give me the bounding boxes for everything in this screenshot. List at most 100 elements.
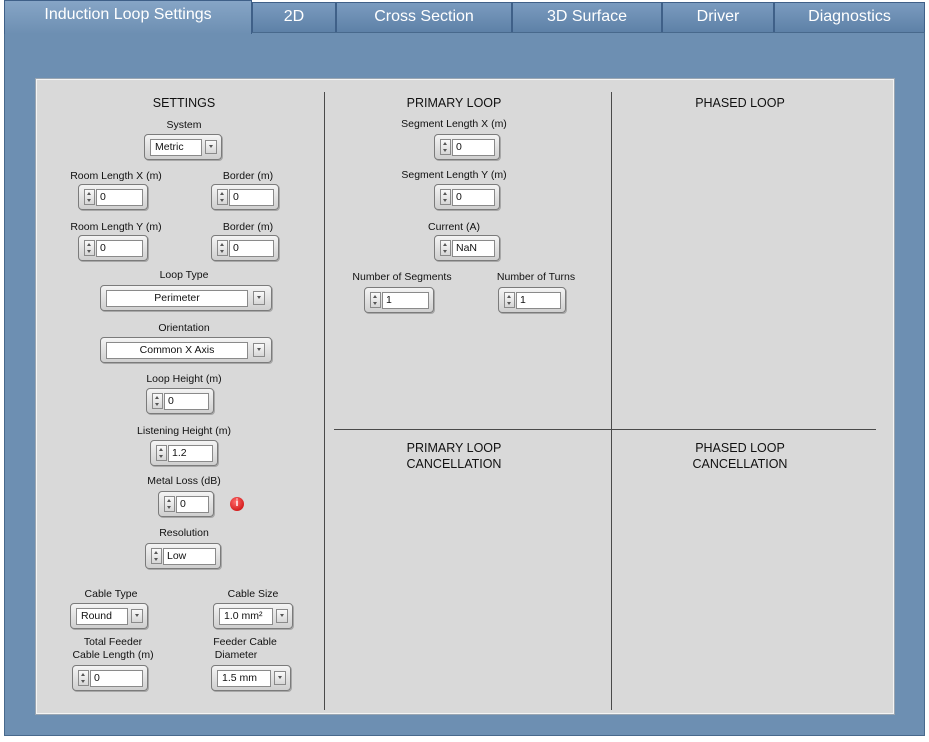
number-of-turns-input[interactable]: 1 bbox=[498, 287, 566, 313]
resolution-field[interactable]: Low bbox=[163, 548, 216, 565]
segment-length-x-input[interactable]: 0 bbox=[434, 134, 500, 160]
border-y-field[interactable]: 0 bbox=[229, 240, 274, 257]
stepper-icon[interactable] bbox=[440, 189, 451, 205]
divider-cancellation bbox=[334, 429, 876, 430]
tab-cross-section[interactable]: Cross Section bbox=[336, 2, 512, 32]
tab-3d-surface[interactable]: 3D Surface bbox=[512, 2, 662, 32]
cable-type-label: Cable Type bbox=[84, 588, 138, 600]
feeder-length-field[interactable]: 0 bbox=[90, 670, 143, 687]
border-x-input[interactable]: 0 bbox=[211, 184, 279, 210]
feeder-diameter-label-line1: Feeder Cable bbox=[213, 636, 277, 648]
stepper-icon[interactable] bbox=[504, 292, 515, 308]
stepper-icon[interactable] bbox=[84, 240, 95, 256]
tab-2d[interactable]: 2D bbox=[252, 2, 336, 32]
number-of-segments-field[interactable]: 1 bbox=[382, 292, 429, 309]
warning-icon[interactable]: i bbox=[230, 497, 244, 511]
border-x-field[interactable]: 0 bbox=[229, 189, 274, 206]
room-length-y-field[interactable]: 0 bbox=[96, 240, 143, 257]
chevron-down-icon[interactable] bbox=[253, 343, 265, 357]
orientation-label: Orientation bbox=[158, 322, 210, 334]
cable-type-select[interactable]: Round bbox=[70, 603, 148, 629]
divider-settings bbox=[324, 92, 325, 710]
room-length-x-field[interactable]: 0 bbox=[96, 189, 143, 206]
room-length-x-label: Room Length X (m) bbox=[70, 170, 162, 182]
feeder-diameter-select[interactable]: 1.5 mm bbox=[211, 665, 291, 691]
system-value: Metric bbox=[150, 139, 202, 156]
segment-length-y-input[interactable]: 0 bbox=[434, 184, 500, 210]
phased-cancellation-title-2: CANCELLATION bbox=[692, 457, 788, 471]
number-of-turns-field[interactable]: 1 bbox=[516, 292, 561, 309]
stepper-icon[interactable] bbox=[440, 240, 451, 256]
cable-type-value: Round bbox=[76, 608, 128, 625]
tab-driver[interactable]: Driver bbox=[662, 2, 774, 32]
stepper-icon[interactable] bbox=[217, 240, 228, 256]
metal-loss-label: Metal Loss (dB) bbox=[147, 475, 221, 487]
segment-length-y-label: Segment Length Y (m) bbox=[401, 169, 507, 181]
border-y-input[interactable]: 0 bbox=[211, 235, 279, 261]
room-length-x-input[interactable]: 0 bbox=[78, 184, 148, 210]
segment-length-y-field[interactable]: 0 bbox=[452, 189, 495, 206]
chevron-down-icon[interactable] bbox=[274, 671, 286, 685]
tab-diagnostics[interactable]: Diagnostics bbox=[774, 2, 925, 32]
feeder-diameter-value: 1.5 mm bbox=[217, 670, 271, 687]
feeder-length-input[interactable]: 0 bbox=[72, 665, 148, 691]
border-x-label: Border (m) bbox=[222, 170, 274, 182]
primary-cancellation-title-2: CANCELLATION bbox=[406, 457, 502, 471]
tab-bar: Induction Loop Settings 2D Cross Section… bbox=[4, 0, 925, 34]
chevron-down-icon[interactable] bbox=[131, 609, 143, 623]
segment-length-x-field[interactable]: 0 bbox=[452, 139, 495, 156]
loop-height-field[interactable]: 0 bbox=[164, 393, 209, 410]
stepper-icon[interactable] bbox=[78, 670, 89, 686]
stepper-icon[interactable] bbox=[370, 292, 381, 308]
stepper-icon[interactable] bbox=[440, 139, 451, 155]
loop-height-label: Loop Height (m) bbox=[146, 373, 222, 385]
cable-size-value: 1.0 mm² bbox=[219, 608, 273, 625]
listening-height-field[interactable]: 1.2 bbox=[168, 445, 213, 462]
number-of-segments-label: Number of Segments bbox=[352, 271, 452, 283]
segment-length-x-label: Segment Length X (m) bbox=[401, 118, 507, 130]
stepper-icon[interactable] bbox=[84, 189, 95, 205]
cable-size-label: Cable Size bbox=[227, 588, 279, 600]
tab-induction-loop-settings[interactable]: Induction Loop Settings bbox=[4, 0, 252, 34]
stepper-icon[interactable] bbox=[156, 445, 167, 461]
chevron-down-icon[interactable] bbox=[276, 609, 288, 623]
current-label: Current (A) bbox=[428, 221, 480, 233]
loop-type-select[interactable]: Perimeter bbox=[100, 285, 272, 311]
chevron-down-icon[interactable] bbox=[253, 291, 265, 305]
primary-cancellation-title-1: PRIMARY LOOP bbox=[406, 441, 502, 455]
resolution-label: Resolution bbox=[159, 527, 209, 539]
number-of-turns-label: Number of Turns bbox=[496, 271, 576, 283]
room-length-y-input[interactable]: 0 bbox=[78, 235, 148, 261]
loop-type-label: Loop Type bbox=[159, 269, 209, 281]
listening-height-label: Listening Height (m) bbox=[137, 425, 231, 437]
feeder-length-label-line2: Cable Length (m) bbox=[72, 649, 154, 661]
number-of-segments-input[interactable]: 1 bbox=[364, 287, 434, 313]
current-field[interactable]: NaN bbox=[452, 240, 495, 257]
stepper-icon[interactable] bbox=[164, 496, 175, 512]
phased-loop-title: PHASED LOOP bbox=[695, 96, 785, 110]
room-length-y-label: Room Length Y (m) bbox=[70, 221, 162, 233]
cable-size-select[interactable]: 1.0 mm² bbox=[213, 603, 293, 629]
feeder-length-label-line1: Total Feeder bbox=[83, 636, 143, 648]
metal-loss-field[interactable]: 0 bbox=[176, 496, 209, 513]
system-label: System bbox=[166, 119, 202, 131]
orientation-select[interactable]: Common X Axis bbox=[100, 337, 272, 363]
phased-cancellation-title-1: PHASED LOOP bbox=[695, 441, 785, 455]
metal-loss-input[interactable]: 0 bbox=[158, 491, 214, 517]
orientation-value: Common X Axis bbox=[106, 342, 248, 359]
loop-height-input[interactable]: 0 bbox=[146, 388, 214, 414]
stepper-icon[interactable] bbox=[217, 189, 228, 205]
loop-type-value: Perimeter bbox=[106, 290, 248, 307]
border-y-label: Border (m) bbox=[222, 221, 274, 233]
primary-loop-title: PRIMARY LOOP bbox=[406, 96, 502, 110]
system-select[interactable]: Metric bbox=[144, 134, 222, 160]
current-input[interactable]: NaN bbox=[434, 235, 500, 261]
stepper-icon[interactable] bbox=[152, 393, 163, 409]
chevron-down-icon[interactable] bbox=[205, 140, 217, 154]
resolution-input[interactable]: Low bbox=[145, 543, 221, 569]
feeder-diameter-label-line2: Diameter bbox=[214, 649, 258, 661]
settings-title: SETTINGS bbox=[152, 96, 216, 110]
divider-phased bbox=[611, 92, 612, 710]
listening-height-input[interactable]: 1.2 bbox=[150, 440, 218, 466]
stepper-icon[interactable] bbox=[151, 548, 162, 564]
